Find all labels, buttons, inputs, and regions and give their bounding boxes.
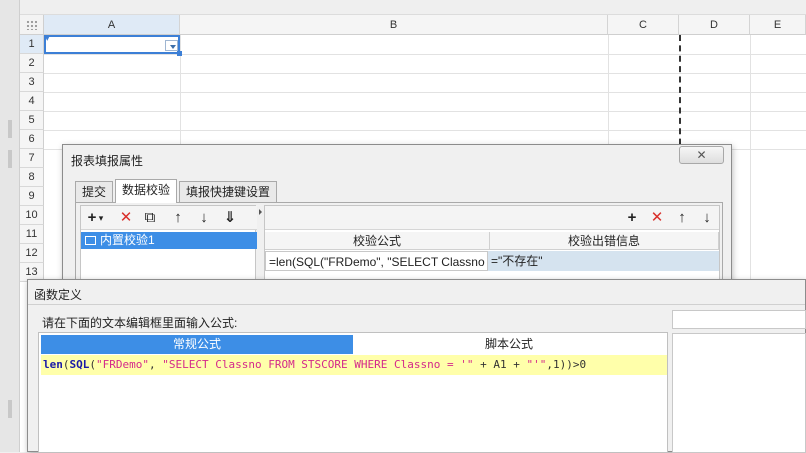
formula-token: , — [148, 358, 163, 371]
move-to-bottom-icon[interactable]: ⇓ — [221, 209, 239, 227]
column-header-d[interactable]: D — [679, 15, 750, 35]
formula-token: "'" — [526, 358, 547, 371]
move-down-icon[interactable]: ↓ — [195, 209, 213, 227]
selected-cell-a1[interactable] — [44, 35, 180, 54]
tab-normal-formula[interactable]: 常规公式 — [41, 335, 353, 354]
row-header-6[interactable]: 6 — [20, 130, 44, 149]
formula-prompt-label: 请在下面的文本编辑框里面输入公式: — [42, 316, 238, 330]
move-up-icon[interactable]: ↑ — [169, 209, 187, 227]
column-header-b[interactable]: B — [180, 15, 608, 35]
row-gridline — [44, 73, 806, 74]
formula-token: ,1))>0 — [546, 358, 587, 371]
tab-shortcut-settings[interactable]: 填报快捷键设置 — [179, 181, 278, 203]
row-header-11[interactable]: 11 — [20, 225, 44, 244]
formula-token: "SELECT Classno FROM STSCORE WHERE Class… — [162, 358, 474, 371]
grid-icon — [26, 20, 37, 30]
delete-icon[interactable]: ✕ — [117, 209, 135, 227]
formula-text-area[interactable]: len(SQL("FRDemo", "SELECT Classno FROM S… — [41, 355, 667, 375]
function-search-input[interactable] — [672, 310, 806, 329]
fill-handle[interactable] — [177, 51, 182, 56]
cell-dropdown-button[interactable] — [165, 40, 178, 51]
copy-icon[interactable]: ⧉ — [141, 209, 159, 227]
tab-data-validation[interactable]: 数据校验 — [115, 179, 178, 203]
delete-formula-icon[interactable]: ✕ — [648, 209, 666, 227]
row-gridline — [44, 130, 806, 131]
move-up-icon[interactable]: ↑ — [673, 209, 691, 227]
row-header-1[interactable]: 1 — [20, 35, 44, 54]
row-gridline — [44, 111, 806, 112]
strip-mark — [8, 150, 12, 168]
move-down-icon[interactable]: ↓ — [698, 209, 716, 227]
row-header-12[interactable]: 12 — [20, 244, 44, 263]
row-header-2[interactable]: 2 — [20, 54, 44, 73]
row-header-9[interactable]: 9 — [20, 187, 44, 206]
close-button[interactable]: ✕ — [679, 146, 724, 164]
select-all-corner[interactable] — [20, 15, 44, 35]
validation-item-icon — [85, 236, 96, 245]
dialog-title: 函数定义 — [34, 288, 83, 302]
row-header-10[interactable]: 10 — [20, 206, 44, 225]
formula-token: ( — [89, 358, 96, 371]
row-header-5[interactable]: 5 — [20, 111, 44, 130]
column-header-error-message: 校验出错信息 — [490, 232, 719, 250]
title-divider — [28, 304, 805, 305]
row-header-8[interactable]: 8 — [20, 168, 44, 187]
column-header-a[interactable]: A — [44, 15, 180, 35]
page-break-line — [679, 35, 681, 155]
cell-marker-icon: ▾ — [45, 33, 50, 43]
add-menu-chevron-down-icon[interactable]: ▾ — [97, 209, 105, 227]
strip-mark — [8, 400, 12, 418]
report-fill-attribute-dialog: 报表填报属性 ✕ 提交 数据校验 填报快捷键设置 + ▾ ✕ ⧉ ↑ ↓ ⇓ 内… — [62, 144, 732, 295]
row-header-3[interactable]: 3 — [20, 73, 44, 92]
row-gridline — [44, 54, 806, 55]
formula-token: ( — [62, 358, 70, 371]
left-side-strip — [0, 0, 20, 452]
dialog-title: 报表填报属性 — [71, 154, 144, 168]
formula-editor: 常规公式 脚本公式 len(SQL("FRDemo", "SELECT Clas… — [38, 332, 668, 453]
list-item-builtin-validation[interactable]: 内置校验1 — [81, 232, 257, 249]
error-message-cell[interactable]: ="不存在" — [488, 251, 719, 271]
formula-token: len — [43, 358, 63, 371]
tab-script-formula[interactable]: 脚本公式 — [353, 335, 665, 354]
formula-token: SQL — [69, 358, 90, 371]
row-header-4[interactable]: 4 — [20, 92, 44, 111]
column-header-e[interactable]: E — [750, 15, 806, 35]
strip-mark — [8, 120, 12, 138]
add-formula-icon[interactable]: + — [623, 209, 641, 227]
validation-formula-cell[interactable]: =len(SQL("FRDemo", "SELECT Classno — [265, 251, 488, 271]
function-list-panel[interactable] — [672, 333, 806, 453]
column-header-c[interactable]: C — [608, 15, 679, 35]
row-header-7[interactable]: 7 — [20, 149, 44, 168]
list-item-label: 内置校验1 — [100, 233, 155, 247]
top-band — [20, 0, 806, 15]
formula-toolbar: + ✕ ↑ ↓ — [265, 206, 719, 230]
row-gridline — [44, 92, 806, 93]
list-toolbar: + ▾ ✕ ⧉ ↑ ↓ ⇓ — [81, 206, 257, 230]
expand-right-icon[interactable] — [259, 209, 262, 215]
function-definition-dialog: 函数定义 请在下面的文本编辑框里面输入公式: 常规公式 脚本公式 len(SQL… — [27, 279, 806, 453]
formula-token: + A1 + — [473, 358, 527, 371]
tab-submit[interactable]: 提交 — [75, 181, 114, 203]
formula-token: "FRDemo" — [96, 358, 149, 371]
column-header-validation-formula: 校验公式 — [265, 232, 490, 250]
